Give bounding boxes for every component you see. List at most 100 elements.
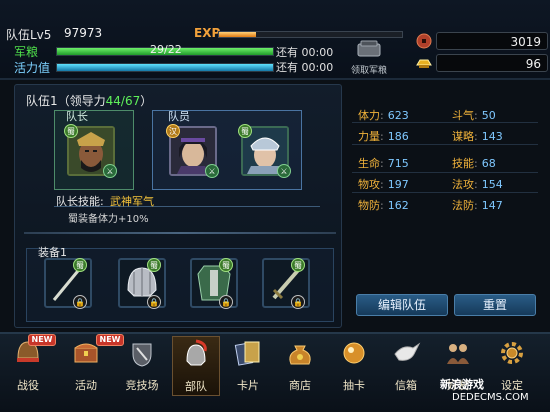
energy-bar-fill (57, 64, 273, 71)
stat-value: 68 (481, 157, 496, 170)
watermark-line-1: 新浪游戏 (440, 378, 484, 391)
claim-grain-label: 领取军粮 (350, 66, 387, 76)
stat-magic-def: 法防: 147 (452, 199, 503, 212)
stat-key: 体力 (358, 109, 380, 122)
stat-value: 143 (481, 130, 503, 143)
nav-shop[interactable]: 商店 (276, 336, 324, 396)
sword-badge-icon: ⚔ (103, 164, 117, 178)
nav-label: 设定 (501, 379, 523, 392)
nav-label: 竞技场 (125, 379, 159, 392)
game-screen: 队伍Lv5 97973 EXP 军粮 29/22 还有 00:00 活力值 还有… (0, 0, 550, 412)
copper-currency: 3019 (416, 32, 548, 50)
stat-value: 162 (387, 199, 409, 212)
claim-grain-button[interactable]: 领取军粮 (344, 40, 394, 76)
lock-icon: 🔒 (73, 295, 87, 309)
gold-ingot-icon (416, 59, 432, 68)
team-title-end: ） (140, 94, 153, 108)
stat-value: 154 (481, 178, 503, 191)
lock-icon: 🔒 (219, 295, 233, 309)
stat-phys-def: 物防: 162 (358, 199, 409, 212)
nav-mailbox[interactable]: 信箱 (382, 336, 430, 396)
stat-key: 技能 (452, 157, 474, 170)
stat-value: 715 (387, 157, 409, 170)
gold-currency: 96 (416, 54, 548, 72)
stat-key: 力量 (358, 130, 380, 143)
grain-label: 军粮 (14, 45, 39, 59)
cards-icon (234, 341, 260, 366)
edit-team-button[interactable]: 编辑队伍 (356, 294, 448, 316)
nav-label: 商店 (289, 379, 311, 392)
gear-icon (501, 342, 523, 364)
money-bag-icon (289, 345, 311, 365)
leader-skill-name: 武神军气 (110, 195, 154, 208)
copper-value-box: 3019 (436, 32, 548, 50)
stat-hp: 生命: 715 (358, 157, 409, 170)
shu-faction-badge: 蜀 (238, 124, 252, 138)
friends-icon (447, 344, 469, 364)
energy-label: 活力值 (14, 61, 51, 75)
stat-key: 谋略 (452, 130, 474, 143)
nav-label: 信箱 (395, 379, 417, 392)
nav-label: 战役 (17, 379, 39, 392)
watermark-line-2: DEDECMS.COM (452, 392, 529, 403)
shu-faction-badge: 蜀 (64, 124, 78, 138)
team-title-text: 队伍1（领导力 (26, 94, 106, 108)
shu-faction-badge: 蜀 (73, 258, 87, 272)
nav-settings[interactable]: 设定 (488, 336, 536, 396)
nav-label: 部队 (185, 380, 207, 393)
dove-icon (394, 342, 421, 361)
grain-value: 29/22 (150, 43, 182, 56)
exp-bar (218, 31, 403, 38)
stat-key: 法攻 (452, 178, 474, 191)
nav-label: 抽卡 (343, 379, 365, 392)
stat-value: 186 (387, 130, 409, 143)
team-level: 队伍Lv5 (6, 28, 52, 42)
nav-label: 活动 (75, 379, 97, 392)
copper-value: 3019 (510, 35, 541, 49)
orb-icon (343, 342, 365, 364)
energy-recover-time: 还有 00:00 (276, 61, 334, 74)
leader-tag: 队长 (66, 110, 88, 123)
section-divider (24, 232, 336, 234)
gold-value-box: 96 (436, 54, 548, 72)
spartan-helmet-icon (186, 339, 207, 366)
stat-key: 物防 (358, 199, 380, 212)
stat-value: 147 (481, 199, 503, 212)
stat-fighting-spirit: 斗气: 50 (452, 109, 496, 122)
sword-badge-icon: ⚔ (277, 164, 291, 178)
sword-badge-icon: ⚔ (205, 164, 219, 178)
lock-icon: 🔒 (291, 295, 305, 309)
stat-strategy: 谋略: 143 (452, 130, 503, 143)
arena-shield-icon (132, 343, 152, 367)
leader-skill-desc: 蜀装备体力+10% (68, 214, 149, 225)
shu-faction-badge: 蜀 (219, 258, 233, 272)
reset-button[interactable]: 重置 (454, 294, 536, 316)
leadership-value: 44/67 (105, 94, 141, 108)
nav-draw[interactable]: 抽卡 (330, 336, 378, 396)
member-tag: 队员 (168, 110, 190, 123)
stat-strength: 力量: 186 (358, 130, 409, 143)
stat-stamina: 体力: 623 (358, 109, 409, 122)
stat-value: 50 (481, 109, 496, 122)
nav-troops[interactable]: 部队 (172, 336, 220, 396)
stat-skill: 技能: 68 (452, 157, 496, 170)
team-title: 队伍1（领导力44/67） (26, 92, 152, 109)
exp-bar-fill (219, 32, 256, 37)
lock-icon: 🔒 (147, 295, 161, 309)
copper-coin-icon (416, 33, 432, 49)
stat-key: 斗气 (452, 109, 474, 122)
team-id: 97973 (64, 26, 103, 40)
stat-value: 623 (387, 109, 409, 122)
stat-magic-atk: 法攻: 154 (452, 178, 503, 191)
shu-faction-badge: 蜀 (291, 258, 305, 272)
nav-label: 卡片 (237, 379, 259, 392)
nav-arena[interactable]: 竞技场 (118, 336, 166, 396)
stat-key: 法防 (452, 199, 474, 212)
stat-key: 生命 (358, 157, 380, 170)
stat-key: 物攻 (358, 178, 380, 191)
energy-bar (56, 63, 274, 72)
nav-cards[interactable]: 卡片 (224, 336, 272, 396)
new-badge: NEW (28, 334, 56, 346)
shu-faction-badge: 蜀 (147, 258, 161, 272)
gold-value: 96 (525, 57, 541, 71)
